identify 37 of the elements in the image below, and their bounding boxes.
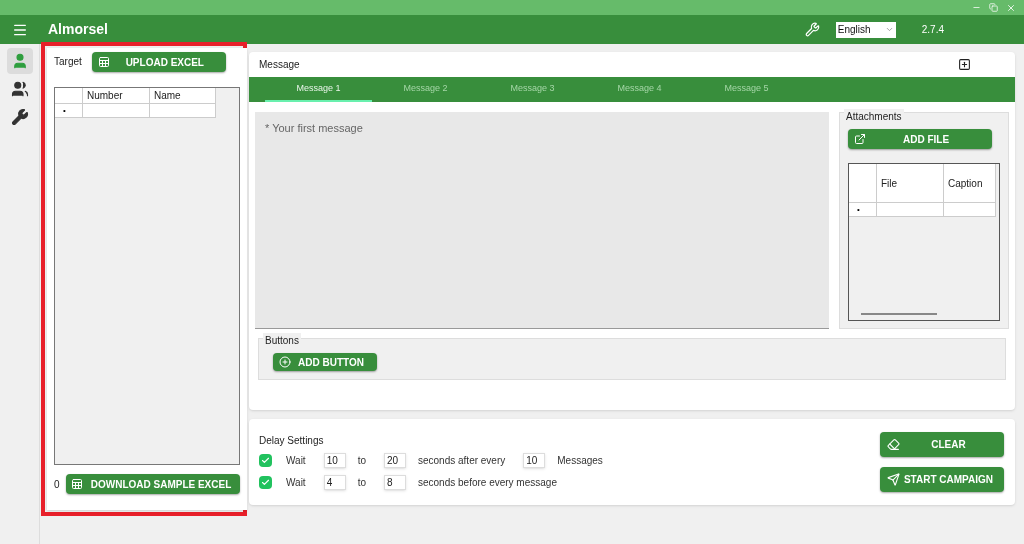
upload-excel-button[interactable]: UPLOAD EXCEL [91, 52, 226, 72]
start-campaign-button[interactable]: START CAMPAIGN [880, 467, 1004, 492]
column-header: Number [83, 88, 150, 104]
delay-text: Wait [286, 454, 306, 468]
delay-text: to [357, 454, 366, 468]
message-tab[interactable]: Message 4 [586, 77, 693, 102]
column-header: File [877, 164, 944, 203]
download-sample-button[interactable]: DOWNLOAD SAMPLE EXCEL [66, 474, 240, 494]
clear-button[interactable]: CLEAR [880, 432, 1004, 457]
new-row-marker: • [55, 104, 83, 118]
column-header: Caption [944, 164, 996, 203]
delay-text: seconds before every message [418, 476, 557, 490]
version-label: 2.7.4 [921, 23, 944, 37]
message-tab[interactable]: Message 3 [479, 77, 586, 102]
app-title: Almorsel [48, 20, 108, 39]
message-textarea[interactable]: * Your first message [255, 112, 829, 329]
language-select[interactable]: English [835, 21, 896, 38]
number-field[interactable]: 10 [523, 453, 546, 468]
delay-text: seconds after every [418, 454, 506, 468]
number-field[interactable]: 4 [323, 475, 346, 490]
row-count: 0 [54, 477, 61, 492]
delay-label: Delay Settings [259, 433, 325, 448]
add-button-button[interactable]: ADD BUTTON [273, 353, 377, 371]
add-file-button[interactable]: ADD FILE [848, 129, 992, 149]
number-field[interactable]: 20 [384, 453, 406, 468]
message-tab[interactable]: Message 5 [693, 77, 800, 102]
number-field[interactable]: 10 [323, 453, 346, 468]
message-label: Message [259, 58, 300, 72]
delay-text: to [357, 476, 366, 490]
delay-text: Wait [286, 476, 306, 490]
target-label: Target [54, 55, 82, 69]
column-header: Name [150, 88, 216, 104]
number-field[interactable]: 8 [384, 475, 406, 490]
new-row-marker: • [849, 203, 877, 217]
message-tab[interactable]: Message 1 [265, 77, 372, 102]
message-tab[interactable]: Message 2 [372, 77, 479, 102]
delay-text: Messages [557, 454, 603, 468]
